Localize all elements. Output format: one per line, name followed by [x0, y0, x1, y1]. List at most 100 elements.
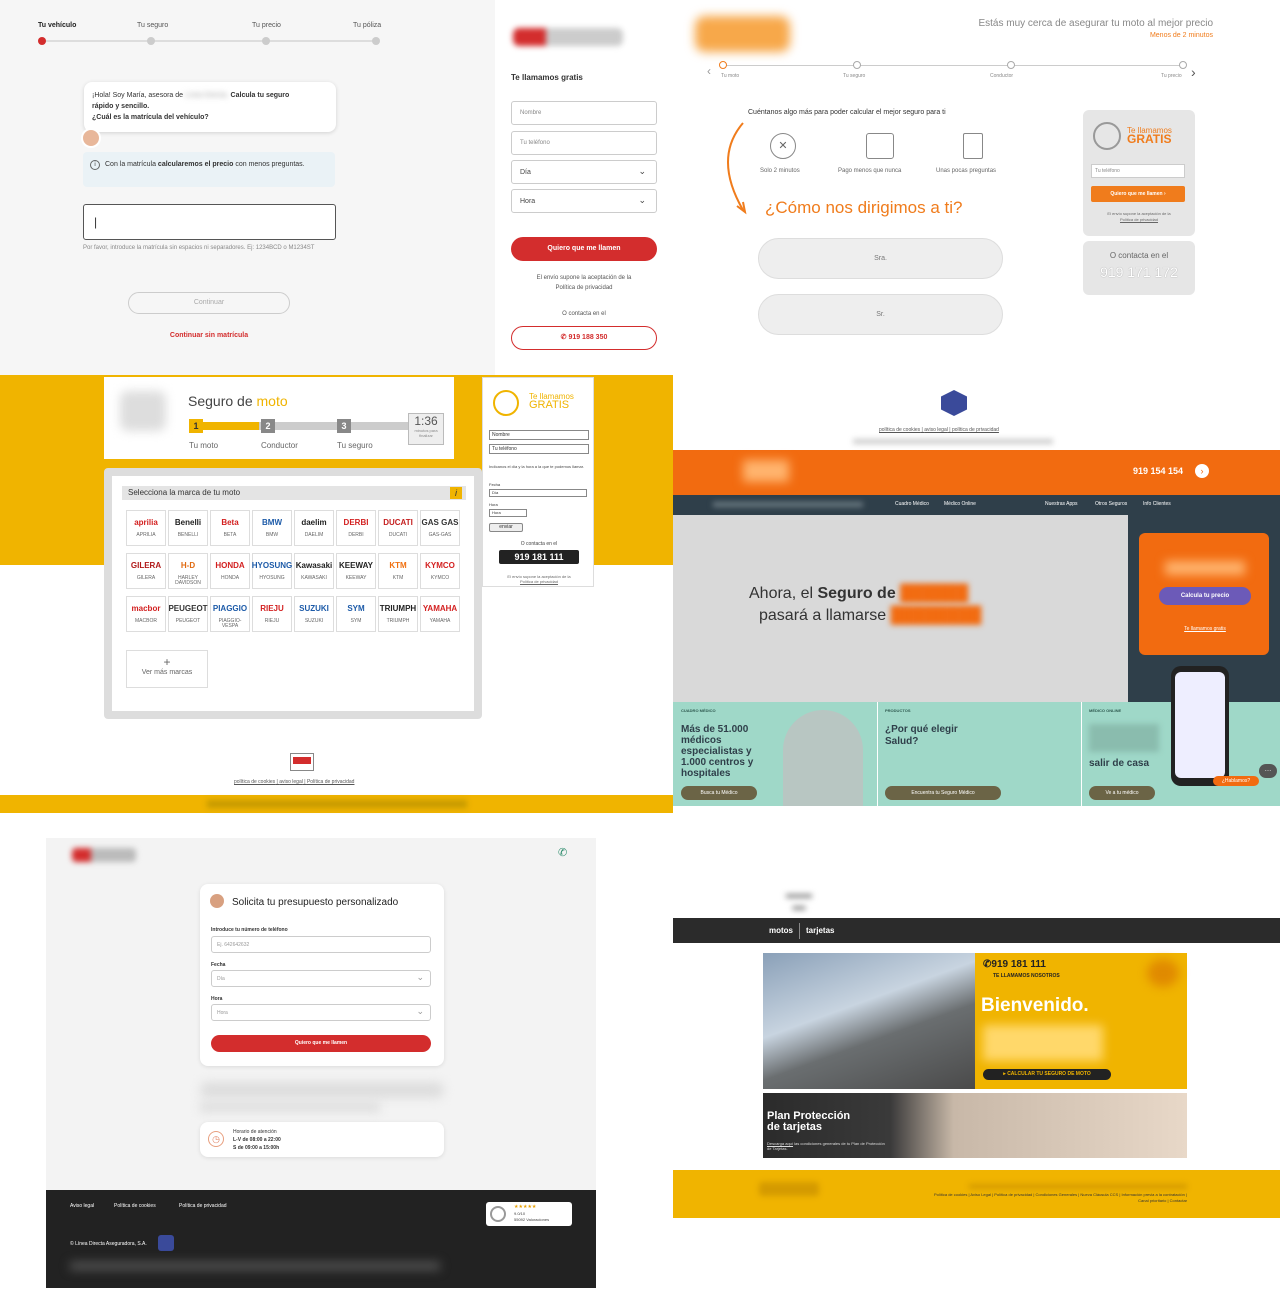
phone-number[interactable]: 919 171 172 [1083, 264, 1195, 280]
nav-item[interactable]: Cuadro Médico [895, 501, 929, 507]
brand-tile[interactable]: Benelli BENELLI [168, 510, 208, 546]
continue-without-plate-link[interactable]: Continuar sin matrícula [128, 332, 290, 339]
brand-tile[interactable]: KYMCO KYMCO [420, 553, 460, 589]
find-doctor-button[interactable]: Busca tu Médico [681, 786, 757, 800]
continue-button[interactable]: Continuar [128, 292, 290, 314]
send-button[interactable]: enviar [489, 523, 523, 532]
hour-select[interactable]: Hora ⌄ [211, 1004, 431, 1021]
brand-header-label: Selecciona la marca de tu moto [128, 488, 241, 497]
footer-link[interactable]: Aviso Legal [970, 1192, 991, 1197]
footer-link[interactable]: Condiciones Generales [1036, 1192, 1078, 1197]
brand-logo: DERBI [343, 517, 369, 527]
cookies-link[interactable]: Política de cookies [114, 1203, 156, 1209]
chevron-right-icon[interactable]: › [1195, 464, 1209, 478]
hour-select[interactable]: Hora [489, 509, 527, 517]
main-nav: Cuadro Médico Médico Online Nuestras App… [673, 495, 1280, 515]
chevron-down-icon: ⌄ [416, 972, 424, 982]
privacy-link[interactable]: Política de privacidad [487, 579, 591, 584]
legal-link[interactable]: aviso legal [279, 779, 303, 785]
find-insurance-button[interactable]: Encuentra tu Seguro Médico [885, 786, 1001, 800]
feature-label: Unas pocas preguntas [936, 168, 997, 174]
brand-tile[interactable]: daelim DAELIM [294, 510, 334, 546]
brand-tile[interactable]: KEEWAY KEEWAY [336, 553, 376, 589]
brand-tile[interactable]: H-D HARLEY DAVIDSON [168, 553, 208, 589]
phone-input[interactable]: Ej. 642642632 [211, 936, 431, 953]
brand-tile[interactable]: HYOSUNG HYOSUNG [252, 553, 292, 589]
brand-tile[interactable]: PIAGGIO PIAGGIO-VESPA [210, 596, 250, 632]
footer-link[interactable]: Canal prioritario [1138, 1198, 1166, 1203]
date-select[interactable]: Día ⌄ [211, 970, 431, 987]
brand-tile[interactable]: Kawasaki KAWASAKI [294, 553, 334, 589]
chat-bubble[interactable]: ¿Hablamos? [1213, 776, 1259, 786]
phone-icon[interactable]: ✆ [558, 846, 567, 859]
phone-button[interactable]: ✆ 919 188 350 [511, 326, 657, 350]
brand-tile[interactable]: RIEJU RIEJU [252, 596, 292, 632]
brand-tile[interactable]: aprilia APRILIA [126, 510, 166, 546]
calculate-price-button[interactable]: Calcula tu precio [1159, 587, 1251, 605]
phone-number[interactable]: ✆919 181 111 [983, 959, 1046, 970]
brand-tile[interactable]: PEUGEOT PEUGEOT [168, 596, 208, 632]
tab-tarjetas[interactable]: tarjetas [806, 926, 834, 935]
request-call-button[interactable]: Quiero que me llamen [511, 237, 657, 261]
cookies-link[interactable]: política de cookies [234, 779, 275, 785]
footer-link[interactable]: Política de privacidad [994, 1192, 1032, 1197]
phone-field[interactable]: Tu teléfono [1091, 164, 1185, 178]
phone-field[interactable]: Tu teléfono [489, 444, 589, 454]
nav-item[interactable]: Info Clientes [1143, 501, 1171, 507]
privacy-link[interactable]: Política de privacidad [1087, 217, 1191, 223]
chevron-left-icon[interactable]: ‹ [707, 64, 711, 78]
hour-select[interactable]: Hora ⌄ [511, 189, 657, 213]
rating-badge[interactable]: ★★★★★ 9.0/10 55092 Valoraciones [486, 1202, 572, 1226]
name-field[interactable]: Nombre [489, 430, 589, 440]
brand-tile[interactable]: YAMAHA YAMAHA [420, 596, 460, 632]
chevron-right-icon[interactable]: › [1191, 64, 1196, 80]
day-select[interactable]: Día ⌄ [511, 160, 657, 184]
brand-tile[interactable]: TRIUMPH TRIUMPH [378, 596, 418, 632]
privacy-link[interactable]: Política de privacidad [511, 283, 657, 293]
footer-link[interactable]: Información previa a la contratación [1121, 1192, 1184, 1197]
brand-tile[interactable]: DUCATI DUCATI [378, 510, 418, 546]
info-icon[interactable]: i [450, 487, 462, 499]
plate-input[interactable]: | [83, 204, 336, 240]
brand-tile[interactable]: Beta BETA [210, 510, 250, 546]
chat-icon[interactable]: … [1259, 764, 1277, 778]
calculate-moto-button[interactable]: ▸ CALCULAR TU SEGURO DE MOTO [983, 1069, 1111, 1080]
request-call-button[interactable]: Quiero que me llamen › [1091, 186, 1185, 202]
phone-number[interactable]: 919 181 111 [499, 550, 579, 564]
nav-item[interactable]: Nuestras Apps [1045, 501, 1078, 507]
online-doctor-button[interactable]: Ve a tu médico [1089, 786, 1155, 800]
nav-item[interactable]: Médico Online [944, 501, 976, 507]
brand-tile[interactable]: KTM KTM [378, 553, 418, 589]
tab-motos[interactable]: motos [769, 926, 793, 935]
brand-tile[interactable]: SYM SYM [336, 596, 376, 632]
more-brands-button[interactable]: + Ver más marcas [126, 650, 208, 688]
privacy-link[interactable]: Política de privacidad [179, 1203, 227, 1209]
brand-tile[interactable]: SUZUKI SUZUKI [294, 596, 334, 632]
footer-link[interactable]: Nueva Cláusula CCS [1080, 1192, 1118, 1197]
privacy-link[interactable]: Política de privacidad [307, 779, 355, 785]
date-select[interactable]: Día [489, 489, 587, 497]
cookies-link[interactable]: política de cookies [879, 427, 920, 433]
nav-item[interactable]: Otros Seguros [1095, 501, 1127, 507]
request-call-button[interactable]: Quiero que me llamen [211, 1035, 431, 1052]
footer-link[interactable]: Política de cookies [934, 1192, 967, 1197]
privacy-link[interactable]: política de privacidad [952, 427, 999, 433]
brand-tile[interactable]: BMW BMW [252, 510, 292, 546]
headset-icon [493, 390, 519, 416]
legal-link[interactable]: Aviso legal [70, 1203, 94, 1209]
brand-tile[interactable]: HONDA HONDA [210, 553, 250, 589]
brand-tile[interactable]: DERBI DERBI [336, 510, 376, 546]
option-mrs[interactable]: Sra. [758, 238, 1003, 279]
legal-link[interactable]: aviso legal [924, 427, 948, 433]
brand-tile[interactable]: GAS GAS GAS-GAS [420, 510, 460, 546]
footer-link[interactable]: Contactar [1170, 1198, 1187, 1203]
call-me-link[interactable]: Te llamamos gratis [1159, 626, 1251, 632]
progress-dot-active [719, 61, 727, 69]
card-title: Más de 51.000 médicos especialistas y 1.… [681, 724, 754, 779]
brand-tile[interactable]: macbor MACBOR [126, 596, 166, 632]
brand-tile[interactable]: GILERA GILERA [126, 553, 166, 589]
option-mr[interactable]: Sr. [758, 294, 1003, 335]
phone-field[interactable]: Tu teléfono [511, 131, 657, 155]
name-field[interactable]: Nombre [511, 101, 657, 125]
phone-number[interactable]: 919 154 154 [1133, 466, 1183, 476]
